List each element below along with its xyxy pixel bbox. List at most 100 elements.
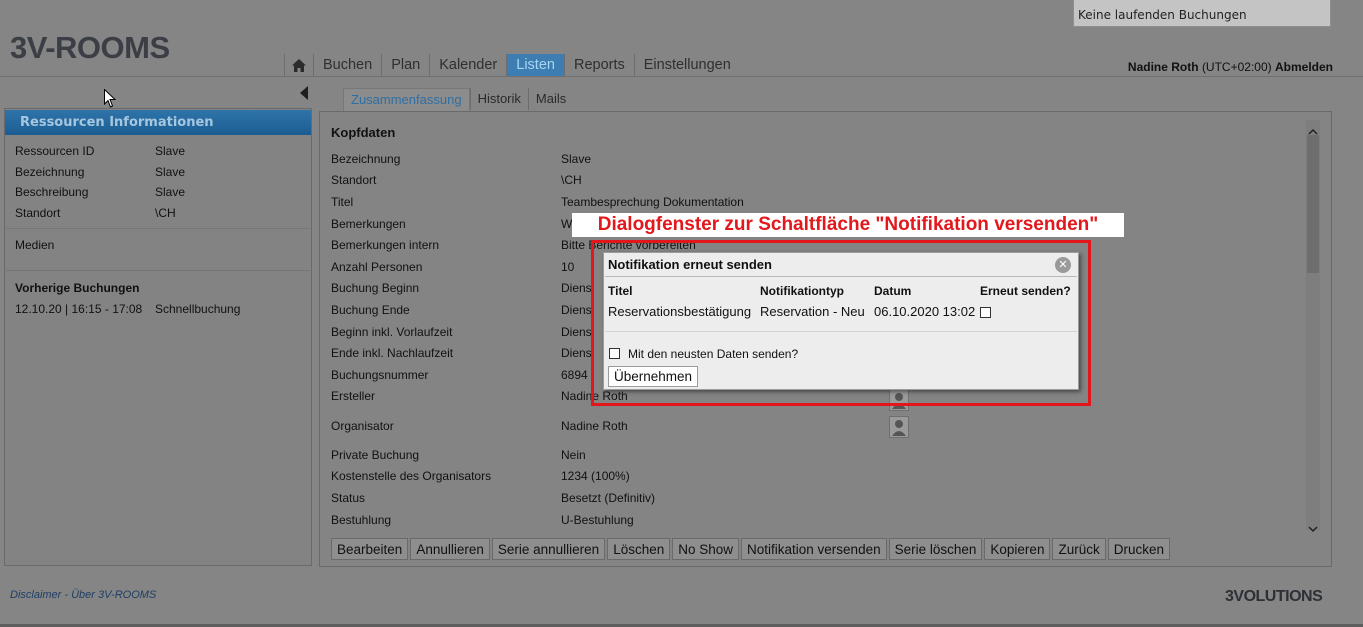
row-label: Beginn inkl. Vorlaufzeit — [331, 325, 453, 339]
row-value: 10 — [561, 260, 575, 274]
row-value: \CH — [561, 173, 582, 187]
nav-item-listen[interactable]: Listen — [506, 54, 564, 76]
notification-type-cell: Reservation - Neu — [760, 304, 865, 319]
resource-id-label: Ressourcen ID — [15, 144, 95, 158]
dialog-separator — [605, 331, 1077, 332]
no-show-button[interactable]: No Show — [672, 538, 740, 560]
row-value: 1234 (100%) — [561, 469, 630, 483]
footer-logo: 3VOLUTIONS — [1225, 588, 1323, 605]
row-value: Nein — [561, 448, 586, 462]
latest-data-checkbox[interactable] — [609, 348, 620, 359]
nav-item-kalender[interactable]: Kalender — [429, 54, 506, 76]
print-button[interactable]: Drucken — [1107, 538, 1170, 560]
nav-item-buchen[interactable]: Buchen — [313, 54, 381, 76]
row-label: Kostenstelle des Organisators — [331, 469, 492, 483]
resource-desc-value: Slave — [155, 185, 186, 199]
notification-title-cell: Reservationsbestätigung — [608, 304, 752, 319]
mouse-cursor-icon — [104, 88, 117, 112]
organizer-avatar-icon[interactable] — [889, 416, 909, 438]
row-value: U-Bestuhlung — [561, 513, 634, 527]
resource-id-value: Slave — [155, 144, 186, 158]
row-label: Anzahl Personen — [331, 260, 423, 274]
row-label: Bestuhlung — [331, 513, 392, 527]
user-info: Nadine Roth (UTC+02:00) Abmelden — [1128, 60, 1333, 74]
row-value: W — [561, 217, 573, 231]
collapse-panel-icon[interactable] — [300, 85, 308, 104]
row-value: Slave — [561, 152, 592, 166]
row-value: Teambesprechung Dokumentation — [561, 195, 744, 209]
app-logo: 3V-ROOMS — [10, 30, 170, 65]
row-label: Bemerkungen intern — [331, 238, 440, 252]
footer-links[interactable]: Disclaimer - Über 3V-ROOMS — [10, 589, 156, 601]
scroll-up-icon[interactable] — [1308, 121, 1318, 140]
row-value: Nadine Roth — [561, 419, 628, 433]
cancel-booking-button[interactable]: Annullieren — [410, 538, 490, 560]
col-header-date: Datum — [874, 284, 912, 298]
section-title: Kopfdaten — [331, 125, 396, 140]
copy-button[interactable]: Kopieren — [984, 538, 1051, 560]
row-label: Ersteller — [331, 389, 376, 403]
resource-desc-label: Beschreibung — [15, 185, 89, 199]
scroll-down-icon[interactable] — [1308, 518, 1318, 537]
send-notification-button[interactable]: Notifikation versenden — [741, 538, 887, 560]
left-divider — [6, 270, 310, 271]
header-divider — [0, 76, 1363, 77]
previous-bookings-title: Vorherige Buchungen — [15, 281, 140, 295]
row-value: Diens — [561, 281, 592, 295]
action-button-bar: Bearbeiten Annullieren Serie annullieren… — [331, 538, 1170, 560]
scrollbar-thumb[interactable] — [1307, 135, 1319, 273]
row-label: Private Buchung — [331, 448, 420, 462]
edit-button[interactable]: Bearbeiten — [331, 538, 409, 560]
media-label: Medien — [15, 238, 55, 252]
close-icon[interactable]: ✕ — [1055, 257, 1071, 273]
resource-info-title: Ressourcen Informationen — [5, 110, 311, 135]
detail-tabs: Zusammenfassung Historik Mails — [343, 88, 573, 112]
previous-booking-type[interactable]: Schnellbuchung — [155, 302, 240, 316]
resource-location-label: Standort — [15, 206, 61, 220]
row-value: 6894 — [561, 368, 588, 382]
tab-zusammenfassung[interactable]: Zusammenfassung — [343, 88, 470, 112]
resend-checkbox[interactable] — [980, 307, 991, 318]
row-label: Bezeichnung — [331, 152, 401, 166]
apply-button[interactable]: Übernehmen — [608, 366, 699, 387]
booking-status-box: Keine laufenden Buchungen — [1073, 0, 1331, 27]
row-value: Diens — [561, 303, 592, 317]
col-header-title: Titel — [608, 284, 633, 298]
nav-item-plan[interactable]: Plan — [381, 54, 429, 76]
row-value: Besetzt (Definitiv) — [561, 491, 656, 505]
row-value: Diens — [561, 346, 592, 360]
col-header-resend: Erneut senden? — [980, 284, 1071, 298]
nav-item-einstellungen[interactable]: Einstellungen — [633, 54, 740, 76]
row-label: Status — [331, 491, 366, 505]
resource-location-value: \CH — [155, 206, 176, 220]
row-label: Buchung Ende — [331, 303, 410, 317]
row-label: Bemerkungen — [331, 217, 406, 231]
tab-mails[interactable]: Mails — [527, 88, 573, 110]
row-label: Standort — [331, 173, 377, 187]
row-value: Diens — [561, 325, 592, 339]
nav-item-reports[interactable]: Reports — [563, 54, 634, 76]
tab-historik[interactable]: Historik — [469, 88, 528, 110]
home-icon[interactable] — [284, 54, 313, 76]
annotation-label: Dialogfenster zur Schaltfläche "Notifika… — [572, 213, 1124, 237]
resource-name-value: Slave — [155, 165, 186, 179]
row-label: Buchungsnummer — [331, 368, 429, 382]
left-divider — [6, 228, 310, 229]
delete-series-button[interactable]: Serie löschen — [888, 538, 983, 560]
previous-booking-date[interactable]: 12.10.20 | 16:15 - 17:08 — [15, 302, 142, 316]
back-button[interactable]: Zurück — [1052, 538, 1106, 560]
resource-name-label: Bezeichnung — [15, 165, 85, 179]
main-nav: Buchen Plan Kalender Listen Reports Eins… — [284, 54, 740, 76]
logout-link[interactable]: Abmelden — [1275, 60, 1333, 74]
latest-data-label: Mit den neusten Daten senden? — [628, 347, 799, 361]
user-name: Nadine Roth — [1127, 60, 1199, 74]
cancel-series-button[interactable]: Serie annullieren — [491, 538, 606, 560]
dialog-divider — [605, 276, 1077, 277]
row-label: Organisator — [331, 419, 394, 433]
row-label: Buchung Beginn — [331, 281, 420, 295]
notification-date-cell: 06.10.2020 13:02 — [874, 304, 976, 319]
col-header-type: Notifikationtyp — [760, 284, 844, 298]
dialog-title: Notifikation erneut senden — [608, 257, 772, 272]
row-label: Titel — [331, 195, 354, 209]
delete-button[interactable]: Löschen — [607, 538, 671, 560]
